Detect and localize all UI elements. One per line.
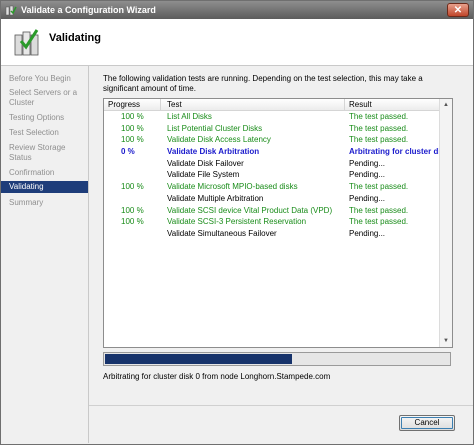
title-bar[interactable]: Validate a Configuration Wizard ✕: [1, 1, 473, 19]
column-separator: [160, 99, 161, 110]
column-separator: [344, 99, 345, 110]
column-header-result[interactable]: Result: [349, 100, 372, 109]
result-cell: Pending...: [349, 193, 386, 203]
test-name-cell: Validate SCSI-3 Persistent Reservation: [167, 217, 307, 227]
result-cell: Pending...: [349, 228, 386, 238]
overall-progress-bar: [103, 352, 451, 366]
nav-step-summary[interactable]: Summary: [1, 198, 88, 208]
nav-step-testing-options[interactable]: Testing Options: [1, 113, 88, 123]
scroll-down-arrow-icon[interactable]: ▼: [440, 335, 452, 347]
column-header-test[interactable]: Test: [167, 100, 182, 109]
test-name-cell: Validate File System: [167, 170, 240, 180]
progress-cell: 100 %: [121, 112, 144, 121]
cancel-button-label: Cancel: [414, 418, 440, 427]
wizard-header: Validating: [1, 19, 473, 66]
progress-cell: 100 %: [121, 123, 144, 133]
result-cell: The test passed.: [349, 135, 409, 145]
table-row[interactable]: 100 % Validate SCSI-3 Persistent Reservat…: [104, 216, 440, 228]
result-cell: The test passed.: [349, 182, 409, 192]
column-header-row: Progress Test Result: [104, 99, 440, 111]
test-name-cell: Validate Simultaneous Failover: [167, 228, 277, 238]
validation-tests-list[interactable]: Progress Test Result 100 % List All Disks…: [103, 98, 453, 348]
progress-cell: 100 %: [121, 205, 144, 215]
result-cell: The test passed.: [349, 112, 409, 121]
test-name-cell: List Potential Cluster Disks: [167, 123, 263, 133]
test-name-cell: List All Disks: [167, 112, 212, 121]
result-cell: Arbitrating for cluster disk: [349, 147, 450, 157]
table-row[interactable]: 100 % Validate Disk Access Latency The tes…: [104, 134, 440, 146]
result-cell: The test passed.: [349, 123, 409, 133]
page-title: Validating: [49, 32, 101, 44]
close-icon: ✕: [453, 5, 463, 16]
nav-step-validating[interactable]: Validating: [1, 181, 88, 193]
validating-icon: [14, 29, 39, 56]
scroll-up-arrow-icon[interactable]: ▲: [440, 99, 452, 111]
status-text: Arbitrating for cluster disk 0 from node…: [103, 372, 331, 381]
test-name-cell: Validate Microsoft MPIO-based disks: [167, 182, 298, 192]
wizard-window: Validate a Configuration Wizard ✕ Valida…: [0, 0, 474, 445]
column-header-progress[interactable]: Progress: [108, 100, 140, 109]
test-rows: 100 % List All Disks The test passed. 100 %…: [104, 111, 449, 240]
result-cell: The test passed.: [349, 205, 409, 215]
cancel-button[interactable]: Cancel: [399, 415, 455, 431]
wizard-steps-nav: Before You Begin Select Servers or a Clu…: [1, 66, 89, 443]
test-name-cell: Validate Multiple Arbitration: [167, 193, 264, 203]
description-text: The following validation tests are runni…: [103, 74, 423, 93]
table-row[interactable]: 100 % List Potential Cluster Disks The tes…: [104, 123, 440, 135]
nav-step-select-servers[interactable]: Select Servers or a Cluster: [1, 88, 81, 108]
progress-cell: 100 %: [121, 182, 144, 192]
test-name-cell: Validate SCSI device Vital Product Data …: [167, 205, 333, 215]
table-row[interactable]: 0 % Validate Disk Arbitration Arbitrating …: [104, 146, 449, 158]
nav-step-confirmation[interactable]: Confirmation: [1, 168, 88, 178]
progress-cell: 100 %: [121, 217, 144, 227]
window-title: Validate a Configuration Wizard: [21, 5, 156, 15]
table-row[interactable]: Validate Multiple Arbitration Pending...: [104, 193, 440, 205]
progress-cell: 100 %: [121, 135, 144, 145]
table-row[interactable]: Validate File System Pending...: [104, 169, 440, 181]
table-row[interactable]: Validate Disk Failover Pending...: [104, 158, 440, 170]
nav-step-before-you-begin[interactable]: Before You Begin: [1, 74, 88, 84]
cluster-wizard-icon: [5, 5, 17, 16]
table-row[interactable]: 100 % Validate SCSI device Vital Product …: [104, 205, 440, 217]
progress-cell: 0 %: [121, 147, 135, 157]
content-pane: The following validation tests are runni…: [89, 66, 473, 443]
test-name-cell: Validate Disk Arbitration: [167, 147, 260, 157]
vertical-scrollbar[interactable]: ▲ ▼: [439, 99, 452, 347]
table-row[interactable]: 100 % List All Disks The test passed.: [104, 111, 440, 123]
nav-step-review-storage[interactable]: Review Storage Status: [1, 143, 73, 163]
result-cell: Pending...: [349, 170, 386, 180]
progress-fill: [105, 354, 292, 364]
test-name-cell: Validate Disk Access Latency: [167, 135, 271, 145]
nav-step-test-selection[interactable]: Test Selection: [1, 128, 88, 138]
footer-divider: [89, 405, 473, 406]
result-cell: Pending...: [349, 158, 386, 168]
close-button[interactable]: ✕: [447, 3, 469, 17]
test-name-cell: Validate Disk Failover: [167, 158, 244, 168]
table-row[interactable]: Validate Simultaneous Failover Pending...: [104, 228, 440, 240]
table-row[interactable]: 100 % Validate Microsoft MPIO-based disks…: [104, 181, 440, 193]
result-cell: The test passed.: [349, 217, 409, 227]
